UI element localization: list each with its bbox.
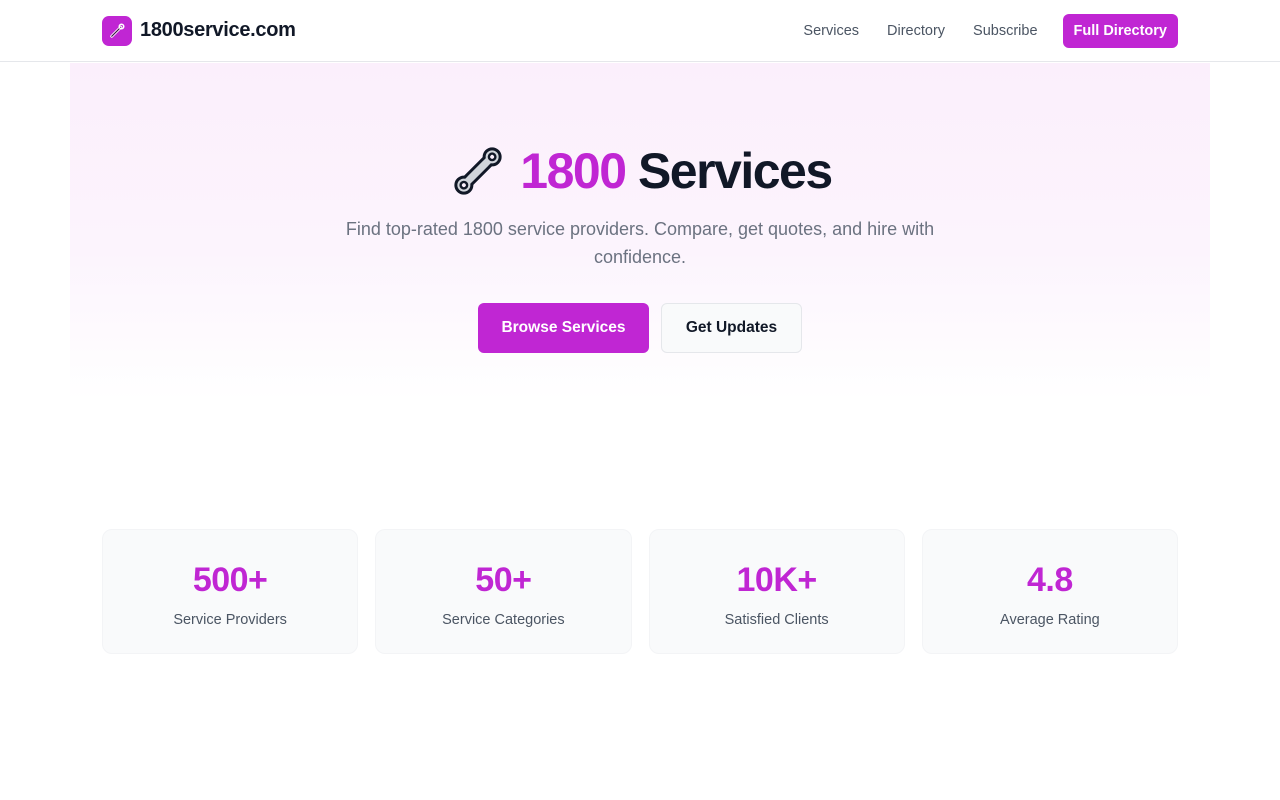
title-rest: Services (637, 143, 833, 199)
stat-label: Service Categories (442, 612, 565, 628)
wrench-icon (454, 147, 502, 195)
stat-label: Service Providers (173, 612, 287, 628)
navbar: 1800service.com Services Directory Subsc… (0, 0, 1280, 62)
stat-card-providers: 500+ Service Providers (102, 529, 359, 654)
hero-section: 1800 Services Find top-rated 1800 servic… (70, 63, 1210, 400)
stat-value: 500+ (192, 561, 268, 599)
wrench-icon (102, 15, 132, 46)
get-updates-button[interactable]: Get Updates (661, 303, 802, 353)
full-directory-button[interactable]: Full Directory (1062, 14, 1178, 48)
stats-section: 500+ Service Providers 50+ Service Categ… (102, 529, 1178, 654)
brand-logo-link[interactable]: 1800service.com (102, 15, 296, 46)
page-title: 1800 Services (520, 141, 833, 201)
stat-card-clients: 10K+ Satisfied Clients (648, 529, 905, 654)
stat-value: 10K+ (736, 561, 818, 599)
nav-link-services[interactable]: Services (803, 23, 859, 39)
hero-title: 1800 Services (70, 141, 1210, 201)
hero-actions: Browse Services Get Updates (70, 303, 1210, 353)
nav-links: Services Directory Subscribe Full Direct… (803, 14, 1178, 48)
stat-card-categories: 50+ Service Categories (375, 529, 632, 654)
stat-value: 50+ (475, 561, 532, 599)
stat-value: 4.8 (1026, 561, 1073, 599)
brand-name: 1800service.com (140, 19, 296, 41)
browse-services-button[interactable]: Browse Services (478, 303, 649, 353)
nav-link-directory[interactable]: Directory (887, 23, 945, 39)
nav-link-subscribe[interactable]: Subscribe (973, 23, 1037, 39)
title-accent: 1800 (520, 143, 627, 199)
stat-label: Satisfied Clients (724, 612, 829, 628)
stat-card-rating: 4.8 Average Rating (921, 529, 1178, 654)
hero-subtitle: Find top-rated 1800 service providers. C… (345, 219, 935, 267)
stat-label: Average Rating (1000, 612, 1100, 628)
